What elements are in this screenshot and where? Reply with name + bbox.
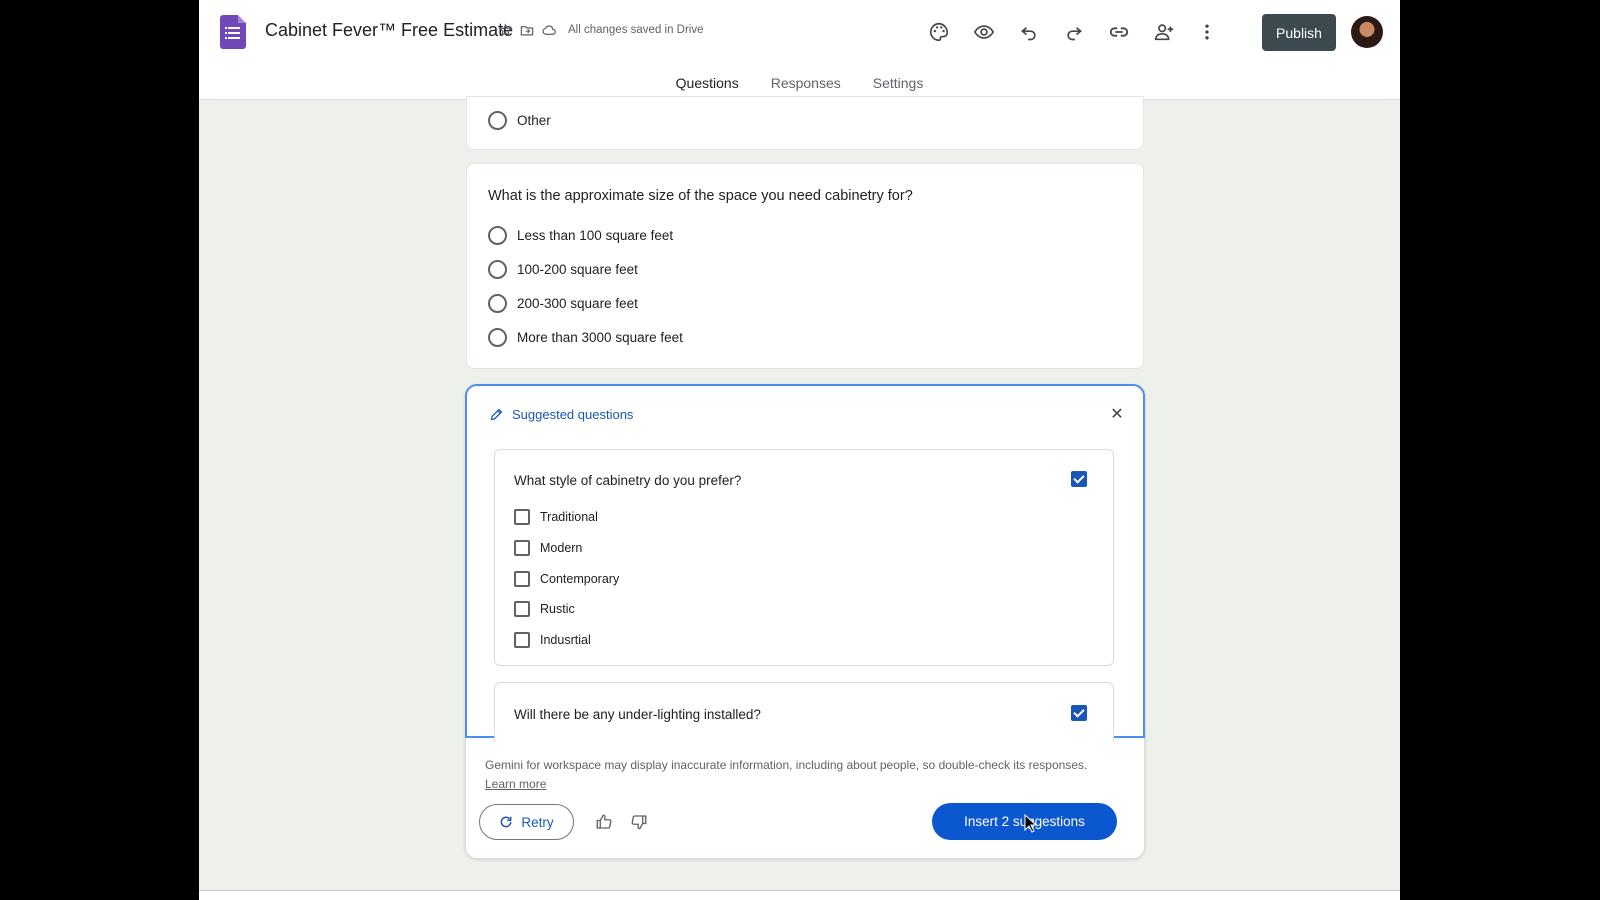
- undo-icon[interactable]: [1017, 20, 1041, 44]
- mouse-cursor-icon: [1024, 814, 1038, 833]
- radio-button[interactable]: [488, 328, 507, 347]
- forms-app: Cabinet Fever™ Free Estimate All changes…: [199, 0, 1400, 900]
- checkbox-option[interactable]: Modern: [514, 540, 582, 556]
- suggestions-scroll-area[interactable]: Suggested questions ✕ What style of cabi…: [465, 384, 1145, 742]
- radio-option[interactable]: Less than 100 square feet: [488, 226, 673, 245]
- suggested-question-card[interactable]: Will there be any under-lighting install…: [494, 682, 1114, 742]
- option-label: 200-300 square feet: [517, 296, 638, 311]
- checkbox[interactable]: [514, 632, 530, 648]
- checkbox-option[interactable]: Contemporary: [514, 571, 619, 587]
- publish-button[interactable]: Publish: [1262, 14, 1336, 51]
- bottom-edge: [199, 890, 1400, 900]
- suggested-questions-panel: Suggested questions ✕ What style of cabi…: [465, 384, 1145, 859]
- star-icon[interactable]: [497, 22, 513, 38]
- close-icon[interactable]: ✕: [1107, 404, 1127, 424]
- disclaimer-text: Gemini for workspace may display inaccur…: [485, 758, 1088, 772]
- ai-disclaimer: Gemini for workspace may display inaccur…: [485, 756, 1125, 794]
- option-label: Other: [517, 113, 551, 128]
- header: Cabinet Fever™ Free Estimate All changes…: [199, 0, 1400, 100]
- checkbox-option[interactable]: Rustic: [514, 601, 575, 617]
- redo-icon[interactable]: [1062, 20, 1086, 44]
- pencil-icon: [490, 408, 503, 421]
- radio-option[interactable]: More than 3000 square feet: [488, 328, 683, 347]
- option-label: Less than 100 square feet: [517, 228, 674, 243]
- link-icon[interactable]: [1107, 20, 1131, 44]
- checkbox[interactable]: [514, 509, 530, 525]
- option-label: Traditional: [540, 510, 598, 524]
- radio-button[interactable]: [488, 294, 507, 313]
- thumbs-down-icon[interactable]: [629, 812, 649, 832]
- learn-more-link[interactable]: Learn more: [485, 777, 546, 791]
- preview-eye-icon[interactable]: [972, 20, 996, 44]
- radio-button[interactable]: [488, 111, 507, 130]
- cloud-saved-icon[interactable]: [541, 22, 557, 38]
- option-label: 100-200 square feet: [517, 262, 638, 277]
- option-label: Contemporary: [540, 572, 620, 586]
- option-label: More than 3000 square feet: [517, 330, 683, 345]
- palette-icon[interactable]: [927, 20, 951, 44]
- add-collaborator-icon[interactable]: [1152, 20, 1176, 44]
- more-vert-icon[interactable]: [1195, 20, 1219, 44]
- select-suggestion-checkbox[interactable]: [1071, 705, 1087, 721]
- size-question-card[interactable]: What is the approximate size of the spac…: [466, 163, 1144, 369]
- avatar[interactable]: [1351, 16, 1383, 48]
- checkbox-option[interactable]: Traditional: [514, 509, 598, 525]
- move-folder-icon[interactable]: [519, 22, 535, 38]
- select-suggestion-checkbox[interactable]: [1071, 471, 1087, 487]
- radio-option[interactable]: 200-300 square feet: [488, 294, 638, 313]
- refresh-icon: [500, 816, 512, 828]
- previous-question-card[interactable]: Other: [466, 96, 1144, 150]
- suggested-question-title: Will there be any under-lighting install…: [514, 707, 761, 722]
- option-label: Rustic: [540, 602, 575, 616]
- question-title: What is the approximate size of the spac…: [488, 188, 913, 204]
- suggested-question-card[interactable]: What style of cabinetry do you prefer? T…: [494, 449, 1114, 666]
- radio-option[interactable]: 100-200 square feet: [488, 260, 638, 279]
- radio-option[interactable]: Other: [488, 111, 551, 130]
- heading-label: Suggested questions: [512, 407, 634, 422]
- save-status: All changes saved in Drive: [568, 24, 704, 36]
- checkbox-option[interactable]: Indusrtial: [514, 632, 591, 648]
- option-label: Modern: [540, 541, 583, 555]
- retry-button[interactable]: Retry: [479, 804, 574, 840]
- checkbox[interactable]: [514, 571, 530, 587]
- option-label: Indusrtial: [540, 633, 591, 647]
- suggested-questions-heading: Suggested questions: [489, 407, 633, 422]
- radio-button[interactable]: [488, 260, 507, 279]
- suggested-question-title: What style of cabinetry do you prefer?: [514, 473, 742, 488]
- checkbox[interactable]: [514, 601, 530, 617]
- radio-button[interactable]: [488, 226, 507, 245]
- thumbs-up-icon[interactable]: [594, 812, 614, 832]
- retry-label: Retry: [521, 814, 554, 830]
- checkbox[interactable]: [514, 540, 530, 556]
- document-title[interactable]: Cabinet Fever™ Free Estimate: [265, 20, 513, 41]
- forms-logo-icon[interactable]: [220, 15, 246, 49]
